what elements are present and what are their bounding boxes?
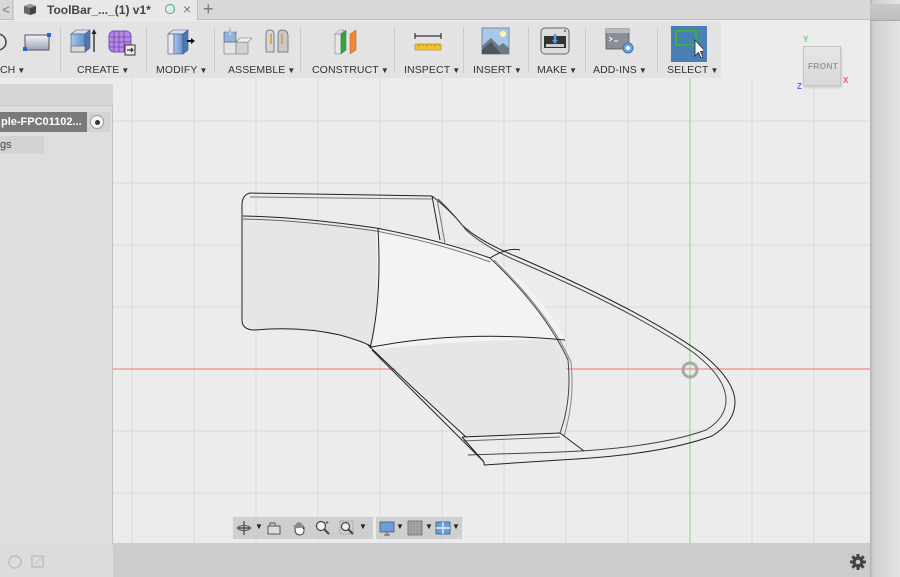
navigation-toolbar: ▼ ▼ bbox=[233, 517, 373, 539]
viewcube[interactable]: FRONT bbox=[803, 46, 841, 86]
toolbar-label-insert: INSERT ▼ bbox=[473, 64, 522, 76]
browser-settings-row[interactable]: gs bbox=[0, 136, 44, 154]
model-body bbox=[241, 192, 736, 466]
browser-panel: ple-FPC01102... gs bbox=[0, 84, 113, 545]
canvas-viewport[interactable] bbox=[113, 78, 870, 543]
zoom-dropdown-caret[interactable]: ▼ bbox=[359, 522, 367, 531]
3d-print-icon bbox=[540, 27, 570, 55]
axis-z-label: Z bbox=[797, 82, 802, 91]
zoom-window-icon[interactable] bbox=[339, 520, 355, 536]
toolbar-separator bbox=[214, 27, 215, 73]
orbit-icon[interactable] bbox=[236, 520, 252, 536]
axis-y-label: Y bbox=[803, 35, 809, 44]
toolbar-group-construct[interactable]: CONSTRUCT ▼ bbox=[302, 21, 394, 78]
measure-icon bbox=[414, 33, 442, 51]
toolbar-group-select[interactable]: SELECT ▼ bbox=[659, 21, 721, 78]
form-box-icon bbox=[108, 30, 136, 56]
toolbar-separator bbox=[394, 27, 395, 73]
tab-scroll-left-button[interactable]: < bbox=[0, 0, 13, 20]
pan-icon[interactable] bbox=[291, 520, 307, 536]
toolbar-label-modify: MODIFY ▼ bbox=[156, 64, 208, 76]
toolbar-separator bbox=[463, 27, 464, 73]
look-at-icon[interactable] bbox=[266, 520, 282, 536]
document-tab[interactable]: ToolBar_..._(1) v1* × bbox=[14, 0, 198, 20]
new-tab-button[interactable]: + bbox=[203, 0, 214, 19]
axis-x-label: X bbox=[843, 76, 849, 85]
toolbar-label-construct: CONSTRUCT ▼ bbox=[312, 64, 389, 76]
toolbar-group-make[interactable]: MAKE ▼ bbox=[530, 21, 584, 78]
display-settings-icon[interactable] bbox=[379, 520, 395, 536]
viewports-icon[interactable] bbox=[435, 520, 451, 536]
toolbar-separator bbox=[585, 27, 586, 73]
joint-icon bbox=[265, 29, 289, 53]
viewcube-face-label[interactable]: FRONT bbox=[804, 61, 842, 71]
insert-image-icon bbox=[481, 27, 510, 55]
toolbar-label-make: MAKE ▼ bbox=[537, 64, 578, 76]
toolbar-group-assemble[interactable]: ASSEMBLE ▼ bbox=[216, 21, 296, 78]
viewports-dropdown-caret[interactable]: ▼ bbox=[452, 522, 460, 531]
sketch-rectangle-icon bbox=[23, 33, 51, 51]
toolbar-label-sketch: CH ▼ bbox=[0, 64, 26, 76]
display-dropdown-caret[interactable]: ▼ bbox=[396, 522, 404, 531]
tab-close-button[interactable]: × bbox=[183, 0, 191, 19]
toolbar-group-add-ins[interactable]: ADD-INS ▼ bbox=[587, 21, 657, 78]
grid-dropdown-caret[interactable]: ▼ bbox=[425, 522, 433, 531]
new-component-icon bbox=[223, 27, 252, 55]
saved-status-icon bbox=[165, 4, 175, 14]
window-edge bbox=[870, 0, 900, 577]
scripts-addins-icon bbox=[605, 28, 634, 54]
toolbar-group-sketch[interactable]: CH ▼ bbox=[0, 21, 56, 78]
toolbar-label-create: CREATE ▼ bbox=[77, 64, 130, 76]
display-toolbar: ▼ ▼ ▼ bbox=[376, 517, 462, 539]
gear-icon[interactable] bbox=[849, 553, 867, 571]
toolbar-group-insert[interactable]: INSERT ▼ bbox=[465, 21, 527, 78]
orbit-dropdown-caret[interactable]: ▼ bbox=[255, 522, 263, 531]
browser-document-name[interactable]: ple-FPC01102... bbox=[0, 112, 87, 132]
main-toolbar: CH ▼ CREATE ▼ MODIFY ▼ ASSEMBLE ▼ CONSTR… bbox=[0, 21, 721, 78]
home-icon[interactable] bbox=[7, 553, 23, 569]
toolbar-separator bbox=[657, 27, 658, 73]
browser-panel-header bbox=[0, 84, 113, 106]
status-bar bbox=[113, 543, 870, 577]
model-canvas bbox=[113, 78, 870, 543]
zoom-icon[interactable] bbox=[315, 520, 331, 536]
toolbar-label-select: SELECT ▼ bbox=[667, 64, 719, 76]
activate-radio-button[interactable] bbox=[90, 115, 104, 129]
toolbar-separator bbox=[60, 27, 61, 73]
toolbar-group-inspect[interactable]: INSPECT ▼ bbox=[396, 21, 462, 78]
toolbar-group-modify[interactable]: MODIFY ▼ bbox=[148, 21, 212, 78]
toolbar-label-add-ins: ADD-INS ▼ bbox=[593, 64, 647, 76]
toolbar-separator bbox=[146, 27, 147, 73]
extrude-icon bbox=[70, 29, 97, 53]
timeline-panel bbox=[0, 545, 113, 577]
document-tab-bar: < ToolBar_..._(1) v1* × + bbox=[0, 0, 870, 20]
toolbar-group-create[interactable]: CREATE ▼ bbox=[62, 21, 144, 78]
tab-title: ToolBar_..._(1) v1* bbox=[47, 3, 151, 17]
toolbar-label-assemble: ASSEMBLE ▼ bbox=[228, 64, 296, 76]
press-pull-icon bbox=[167, 29, 195, 55]
toolbar-separator bbox=[528, 27, 529, 73]
window-edge-band bbox=[870, 4, 900, 21]
document-icon bbox=[24, 4, 36, 15]
sketch-circle-icon bbox=[0, 33, 7, 51]
fit-icon[interactable] bbox=[30, 553, 46, 569]
browser-document-row[interactable]: ple-FPC01102... bbox=[0, 112, 110, 132]
toolbar-label-inspect: INSPECT ▼ bbox=[404, 64, 461, 76]
grid-settings-icon[interactable] bbox=[407, 520, 423, 536]
select-window-icon bbox=[675, 30, 703, 58]
fusion-window: < ToolBar_..._(1) v1* × + CH ▼ CREATE ▼ … bbox=[0, 0, 900, 577]
offset-plane-icon bbox=[334, 29, 357, 55]
toolbar-separator bbox=[300, 27, 301, 73]
